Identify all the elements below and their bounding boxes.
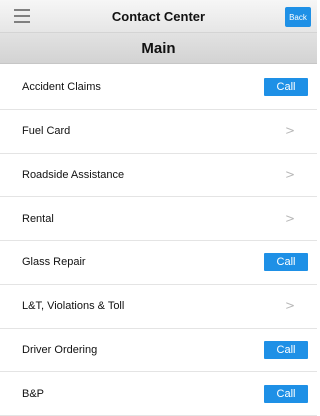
list-item-accident-claims[interactable]: Accident Claims Call <box>0 66 317 110</box>
list-item-label: Driver Ordering <box>22 343 98 356</box>
app-title: Contact Center <box>111 9 206 24</box>
chevron-right-icon: > <box>284 211 295 226</box>
list-item-bp[interactable]: B&P Call <box>0 372 317 416</box>
contact-list: Accident Claims Call Fuel Card > Roadsid… <box>0 66 317 416</box>
section-header: Main <box>0 33 317 64</box>
section-title: Main <box>141 40 176 57</box>
list-item-lt-violations-toll[interactable]: L&T, Violations & Toll > <box>0 285 317 329</box>
list-item-rental[interactable]: Rental > <box>0 197 317 241</box>
list-item-glass-repair[interactable]: Glass Repair Call <box>0 241 317 285</box>
call-button[interactable]: Call <box>264 340 308 359</box>
list-item-roadside-assistance[interactable]: Roadside Assistance > <box>0 154 317 198</box>
list-item-fuel-card[interactable]: Fuel Card > <box>0 110 317 154</box>
list-item-label: Glass Repair <box>22 256 86 269</box>
chevron-right-icon: > <box>284 123 295 138</box>
list-item-label: Rental <box>22 212 54 225</box>
list-item-label: Fuel Card <box>22 125 71 138</box>
chevron-right-icon: > <box>284 298 295 313</box>
call-button[interactable]: Call <box>264 78 308 97</box>
call-button[interactable]: Call <box>264 253 308 272</box>
list-item-label: L&T, Violations & Toll <box>22 300 125 313</box>
list-item-driver-ordering[interactable]: Driver Ordering Call <box>0 329 317 373</box>
list-item-label: B&P <box>22 387 45 400</box>
back-button[interactable]: Back <box>285 7 311 27</box>
call-button[interactable]: Call <box>264 384 308 403</box>
list-item-label: Accident Claims <box>22 81 101 94</box>
top-bar: Contact Center Back <box>0 0 317 33</box>
list-item-label: Roadside Assistance <box>22 168 125 181</box>
chevron-right-icon: > <box>284 167 295 182</box>
